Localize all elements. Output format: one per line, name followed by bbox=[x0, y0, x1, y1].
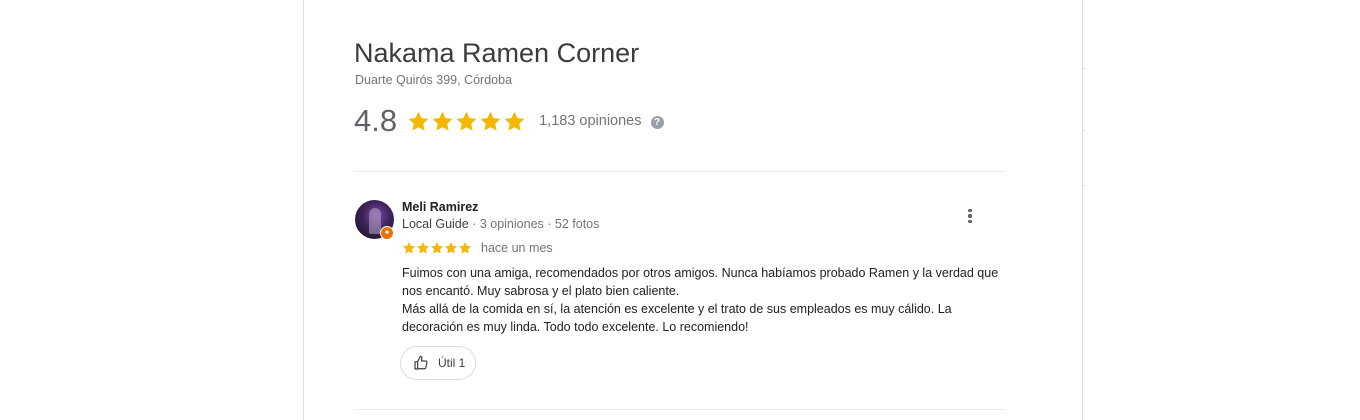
thumbs-up-icon bbox=[414, 355, 428, 370]
star-icon bbox=[458, 242, 472, 254]
help-icon[interactable]: ? bbox=[650, 115, 664, 129]
avatar-photo bbox=[369, 208, 381, 234]
meta-separator: · bbox=[543, 217, 555, 231]
meta-separator: · bbox=[468, 217, 480, 231]
reviews-panel: Nakama Ramen Corner Duarte Quirós 399, C… bbox=[303, 0, 1083, 420]
local-guide-label: Local Guide bbox=[402, 217, 469, 231]
review-paragraph: Más allá de la comida en sí, la atención… bbox=[402, 302, 952, 334]
edge-mark bbox=[1083, 185, 1086, 186]
review-rating-row: hace un mes bbox=[402, 240, 553, 256]
reviewer-name[interactable]: Meli Ramirez bbox=[402, 200, 478, 214]
review-paragraph: Fuimos con una amiga, recomendados por o… bbox=[402, 266, 999, 298]
helpful-label: Útil 1 bbox=[438, 356, 466, 370]
rating-score: 4.8 bbox=[354, 103, 398, 138]
edge-mark bbox=[1083, 130, 1086, 131]
place-address: Duarte Quirós 399, Córdoba bbox=[355, 73, 513, 87]
star-icon bbox=[432, 111, 453, 131]
review-text: Fuimos con una amiga, recomendados por o… bbox=[402, 264, 1012, 336]
star-icon bbox=[504, 111, 525, 131]
review-stats: 3 opiniones bbox=[479, 217, 544, 231]
divider bbox=[354, 409, 1004, 410]
star-icon bbox=[444, 242, 458, 254]
rating-summary: 4.8 1,183 opiniones ? bbox=[354, 101, 664, 141]
star-icon bbox=[456, 111, 477, 131]
review-count-link[interactable]: 1,183 opiniones bbox=[539, 113, 641, 129]
photo-stats: 52 fotos bbox=[554, 217, 600, 231]
helpful-button[interactable]: Útil 1 bbox=[400, 346, 476, 380]
star-icon bbox=[408, 111, 429, 131]
star-icon bbox=[416, 242, 430, 254]
star-icon bbox=[430, 242, 444, 254]
more-vert-icon[interactable] bbox=[960, 205, 980, 227]
review-stars bbox=[402, 241, 472, 255]
place-title: Nakama Ramen Corner bbox=[354, 38, 640, 68]
edge-mark bbox=[1083, 68, 1086, 69]
rating-stars bbox=[407, 110, 526, 133]
divider bbox=[354, 171, 1004, 172]
star-icon bbox=[402, 242, 416, 254]
star-icon bbox=[480, 111, 501, 131]
reviewer-meta: Local Guide · 3 opiniones · 52 fotos bbox=[402, 217, 599, 231]
review-date: hace un mes bbox=[481, 241, 553, 255]
local-guide-badge-icon: ✦ bbox=[380, 226, 394, 240]
